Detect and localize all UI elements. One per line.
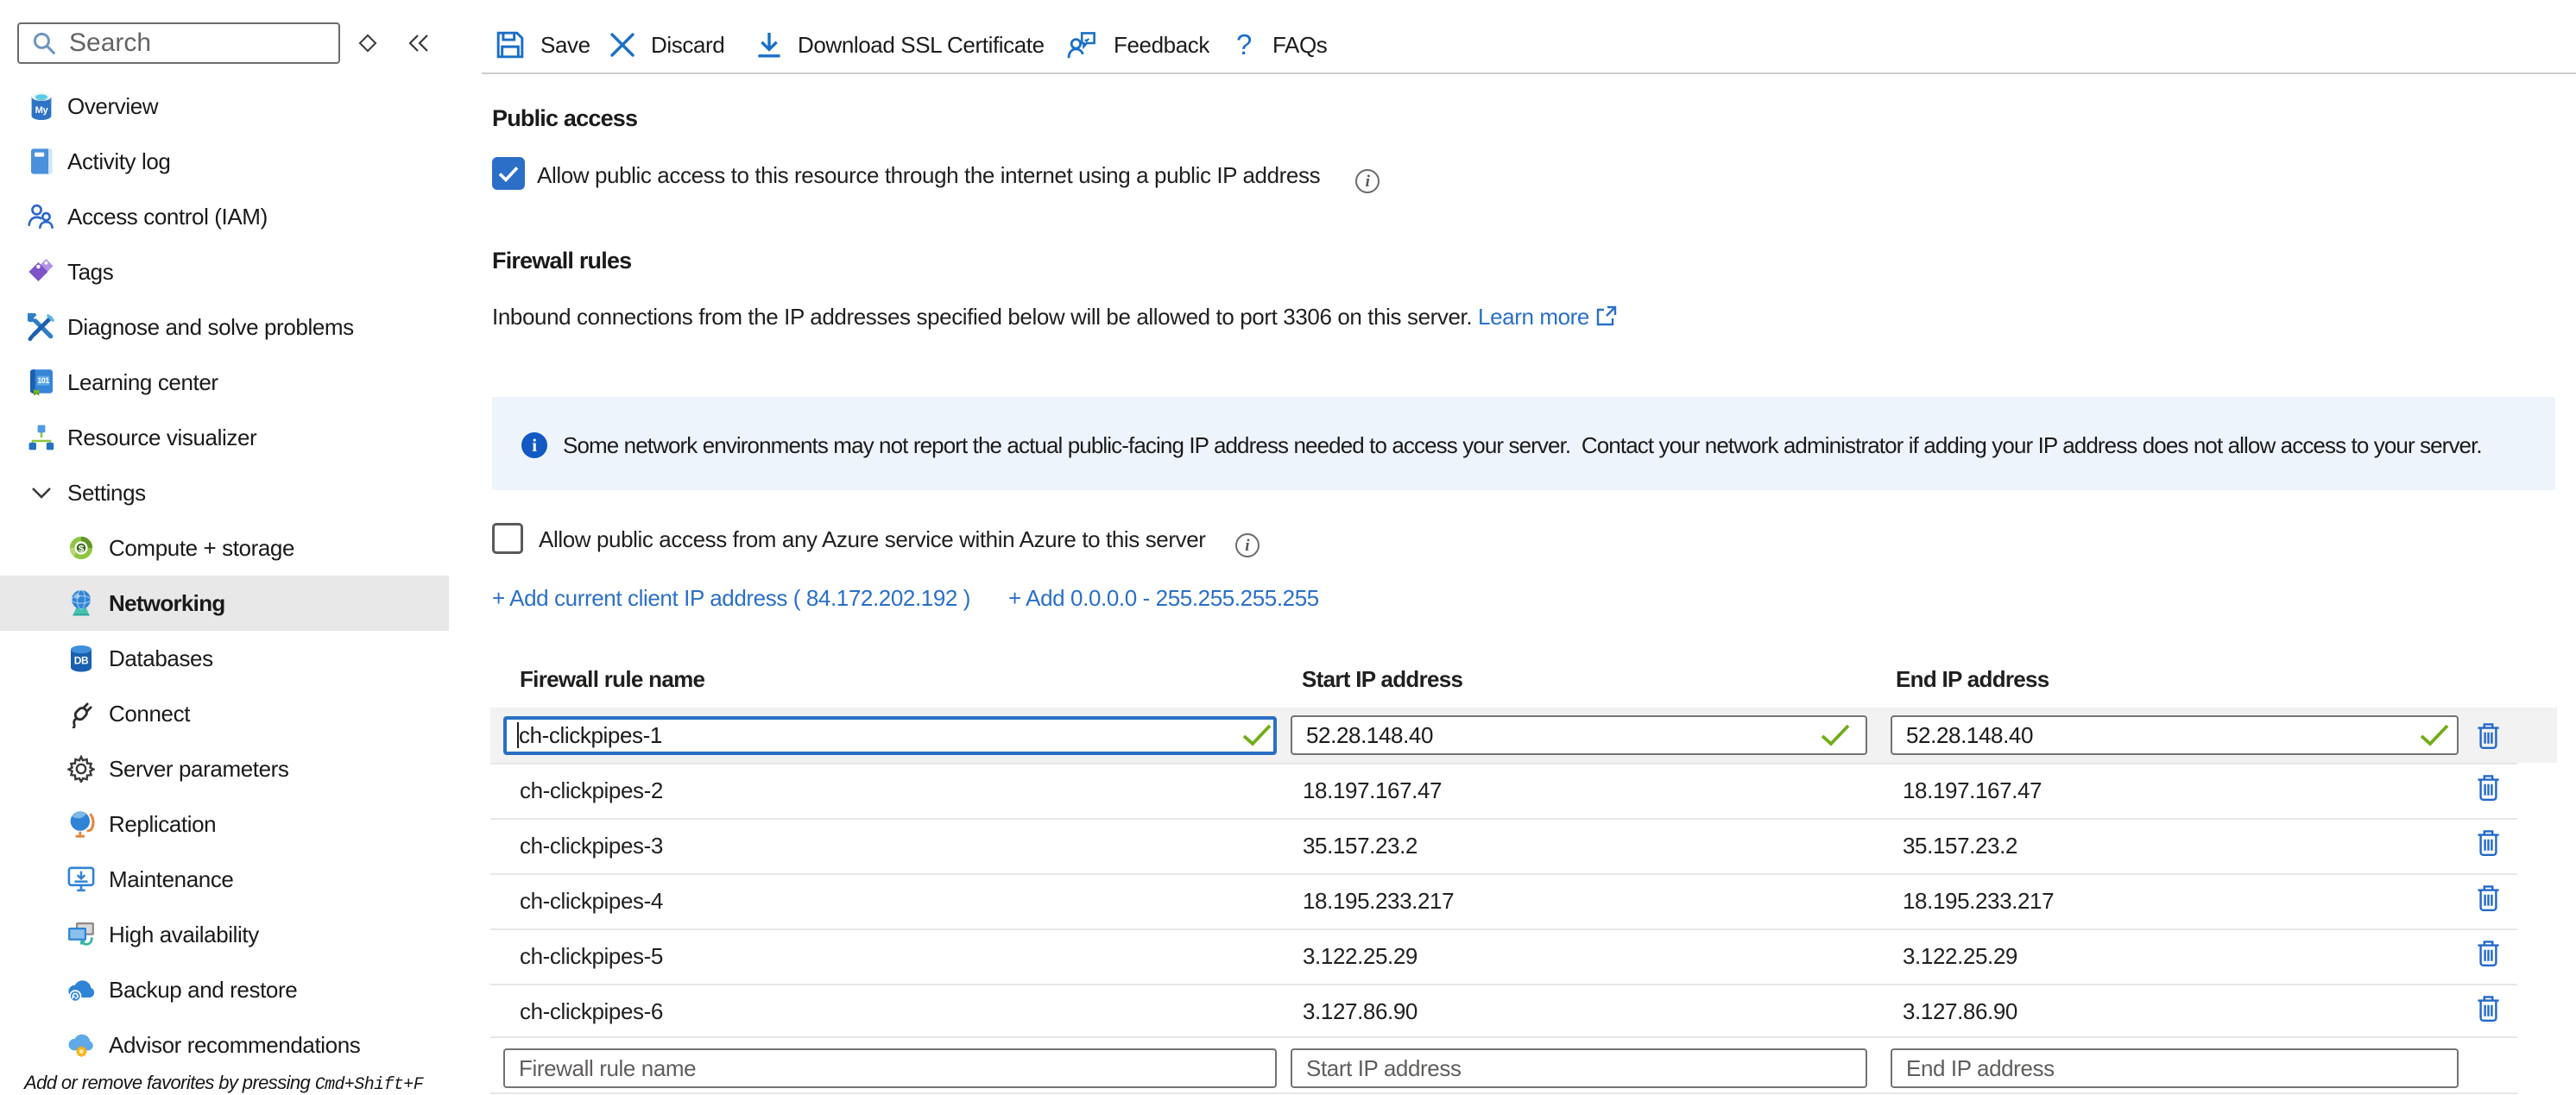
svg-text:DB: DB xyxy=(74,654,89,666)
svg-text:My: My xyxy=(35,105,49,116)
svg-text:101: 101 xyxy=(37,376,49,385)
